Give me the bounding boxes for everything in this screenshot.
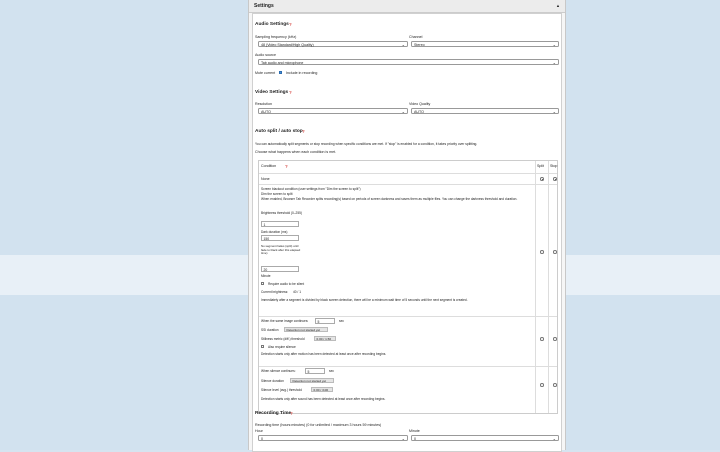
condition-header: Condition	[261, 164, 277, 168]
audio-help-icon[interactable]: ?	[289, 22, 292, 27]
minute-select[interactable]: 0 ⌄	[411, 435, 559, 441]
current-brightness-value: 40 / 1	[293, 290, 301, 294]
audio-source-select[interactable]: Tab audio and microphone ⌄	[258, 59, 559, 65]
silence-note: Detection starts only after sound has be…	[261, 397, 386, 401]
screen-stop-radio[interactable]	[553, 250, 557, 254]
brightness-label: Brightness threshold (0–255)	[261, 211, 302, 215]
require-silent-label: Require audio to be silent	[268, 282, 305, 286]
settings-body: Audio Settings ? Sampling frequency (kHz…	[252, 13, 562, 452]
video-quality-select[interactable]: AUTO ⌄	[411, 108, 559, 114]
screen-line1: Screen blackout condition (user settings…	[261, 187, 361, 191]
hour-select[interactable]: 0 ⌄	[258, 435, 408, 441]
audio-source-value: Tab audio and microphone	[261, 61, 304, 65]
condition-table: Condition ? Split Stop None Screen black…	[258, 160, 558, 414]
silence-continues-label: When silence continues:	[261, 369, 296, 373]
image-stop-radio[interactable]	[553, 337, 557, 341]
stillness-label: Stillness metric (diff.) threshold	[261, 337, 305, 341]
channel-label: Channel	[409, 35, 423, 39]
channel-value: Stereo	[414, 43, 425, 47]
mute-label: Mute current	[255, 71, 276, 75]
image-continues-input[interactable]: 5	[315, 317, 335, 324]
table-row-silence: When silence continues: 5 sec Silence du…	[259, 366, 557, 412]
current-brightness-label: Current brightness:	[261, 290, 289, 294]
silence-unit-label: sec	[329, 369, 334, 373]
image-continues-label: When the same image continues:	[261, 319, 309, 323]
settings-header[interactable]: Settings ▲	[249, 0, 565, 13]
silence-continues-input[interactable]: 5	[305, 367, 325, 374]
dark-duration-label: Dark duration (ms)	[261, 230, 288, 234]
screen-line2: Dim the screen to split	[261, 192, 293, 196]
no-segment-label: No segment fades (split) until fade to b…	[261, 244, 301, 256]
brightness-input[interactable]: 1	[261, 221, 299, 227]
video-help-icon[interactable]: ?	[289, 90, 292, 95]
ssi-status: Detection not started yet	[284, 327, 328, 332]
chevron-down-icon: ⌄	[401, 436, 405, 441]
settings-panel: Settings ▲ Audio Settings ? Sampling fre…	[248, 0, 566, 452]
resolution-value: AUTO	[261, 110, 271, 114]
recording-time-help-icon[interactable]: ?	[290, 411, 293, 416]
audio-source-label: Audio source	[255, 53, 276, 57]
autosplit-help-icon[interactable]: ?	[302, 129, 305, 134]
silence-stop-radio[interactable]	[553, 383, 557, 387]
table-row-image: When the same image continues: 5 sec SSI…	[259, 316, 557, 367]
split-header: Split	[537, 164, 544, 168]
mute-checkbox[interactable]	[279, 71, 283, 75]
stop-header: Stop	[550, 164, 558, 168]
resolution-label: Resolution	[255, 102, 272, 106]
recording-time-description: Recording time (hours:minutes) (0 for un…	[255, 423, 382, 427]
chevron-down-icon: ⌄	[552, 109, 556, 114]
include-label: Include in recording	[286, 71, 318, 75]
settings-title: Settings	[254, 3, 274, 9]
stillness-value: 0.00 / 1.50	[314, 336, 336, 341]
minute-select-label: Minute	[409, 429, 420, 433]
none-stop-radio[interactable]	[553, 177, 557, 181]
minute-label: Minute	[261, 274, 271, 278]
screen-split-radio[interactable]	[540, 250, 544, 254]
ssi-duration-label: SSI duration	[261, 328, 279, 332]
recording-time-title: Recording Time	[255, 411, 292, 416]
silence-level-value: 0.00 / 3.00	[311, 387, 333, 392]
also-silence-label: Also require silence	[268, 345, 296, 349]
chevron-down-icon: ⌄	[401, 109, 405, 114]
also-silence-checkbox[interactable]	[261, 345, 265, 349]
require-silent-checkbox[interactable]	[261, 282, 265, 286]
silence-split-radio[interactable]	[540, 383, 544, 387]
chevron-down-icon: ⌄	[552, 42, 556, 47]
image-split-radio[interactable]	[540, 337, 544, 341]
no-segment-input[interactable]: 20	[261, 266, 299, 272]
autosplit-choose: Choose what happens when each condition …	[255, 150, 337, 154]
hour-value: 0	[261, 437, 263, 441]
silence-status: Detection not started yet	[290, 378, 334, 383]
screen-line3: When enabled, Browser Tab Recorder split…	[261, 197, 518, 201]
condition-help-icon[interactable]: ?	[285, 164, 288, 169]
sampling-label: Sampling frequency (kHz)	[255, 35, 297, 39]
none-split-radio[interactable]	[540, 177, 544, 181]
table-row-screen: Screen blackout condition (user settings…	[259, 184, 557, 317]
minute-value: 0	[414, 437, 416, 441]
audio-settings-title: Audio Settings	[255, 22, 289, 27]
silence-level-label: Silence level (avg.) threshold	[261, 388, 302, 392]
min-wait-note: Immediately after a segment is divided b…	[261, 298, 468, 302]
video-quality-value: AUTO	[414, 110, 424, 114]
silence-duration-label: Silence duration	[261, 379, 284, 383]
sampling-select[interactable]: 48 (Video Standard/High Quality) ⌄	[258, 41, 408, 47]
video-settings-title: Video Settings	[255, 90, 289, 95]
video-quality-label: Video Quality	[409, 102, 431, 106]
chevron-down-icon: ⌄	[552, 60, 556, 65]
autosplit-description: You can automatically split segments or …	[255, 142, 478, 146]
collapse-caret-icon[interactable]: ▲	[556, 3, 560, 8]
chevron-down-icon: ⌄	[552, 436, 556, 441]
channel-select[interactable]: Stereo ⌄	[411, 41, 559, 47]
image-note: Detection starts only after motion has b…	[261, 352, 387, 356]
hour-label: Hour	[255, 429, 263, 433]
dark-duration-input[interactable]: 150	[261, 235, 299, 241]
none-label: None	[261, 177, 270, 181]
sampling-value: 48 (Video Standard/High Quality)	[261, 43, 314, 47]
chevron-down-icon: ⌄	[401, 42, 405, 47]
image-unit-label: sec	[339, 319, 344, 323]
resolution-select[interactable]: AUTO ⌄	[258, 108, 408, 114]
autosplit-title: Auto split / auto stop	[255, 129, 303, 134]
